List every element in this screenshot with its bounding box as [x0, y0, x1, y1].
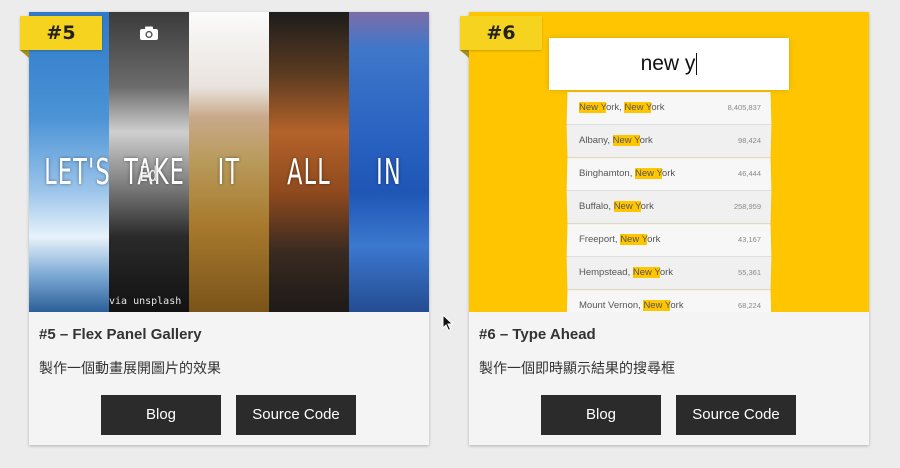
suggestion-item[interactable]: Freeport, New York 43,167 — [566, 224, 772, 258]
name-text: Hempstead, — [578, 266, 633, 278]
match-highlight: New Y — [643, 300, 671, 311]
match-highlight: New Y — [613, 200, 641, 212]
search-input[interactable]: new y — [549, 38, 789, 90]
project-number-badge: #5 — [20, 16, 102, 50]
blog-button[interactable]: Blog — [101, 395, 221, 435]
project-card-5: #5 LET'S TAKE Ed IT ALL IN via unsplash … — [20, 12, 429, 445]
gallery-panel-3[interactable]: IT — [189, 12, 269, 312]
population-count: 43,167 — [737, 235, 762, 244]
name-text: Binghamton, — [578, 168, 636, 179]
suggestion-item[interactable]: Hempstead, New York 55,361 — [566, 256, 772, 290]
suggestion-item[interactable]: Mount Vernon, New York 68,224 — [566, 290, 772, 312]
name-text: ork — [659, 266, 674, 278]
suggestion-item[interactable]: Buffalo, New York 258,959 — [566, 190, 772, 224]
suggestion-name: Binghamton, New York — [579, 158, 676, 190]
match-highlight: New Y — [620, 234, 648, 245]
name-text: Freeport, — [578, 234, 621, 245]
population-count: 8,405,837 — [727, 103, 762, 112]
gallery-panel-1[interactable]: LET'S — [29, 12, 109, 312]
source-code-button[interactable]: Source Code — [236, 395, 356, 435]
search-input-value: new y — [640, 52, 696, 75]
project-card-6: #6 new y New York, New York 8,405,837 Alba… — [460, 12, 869, 445]
name-text: Buffalo, — [578, 200, 614, 212]
badge-fold — [460, 50, 469, 58]
population-count: 98,424 — [737, 135, 762, 145]
suggestion-name: Albany, New York — [579, 125, 653, 157]
suggestion-name: Freeport, New York — [579, 224, 661, 256]
panel-word: IN — [376, 152, 402, 193]
match-highlight: New Y — [634, 168, 662, 179]
name-text: ork — [647, 234, 661, 245]
camera-icon — [140, 26, 158, 40]
name-text: Albany, — [578, 134, 613, 146]
gallery-panel-2[interactable]: TAKE Ed — [109, 12, 189, 312]
population-count: 46,444 — [737, 169, 762, 178]
source-code-button[interactable]: Source Code — [676, 395, 796, 435]
badge-fold — [20, 50, 29, 58]
photo-credit: via unsplash — [109, 296, 182, 307]
panel-word: ALL — [287, 152, 331, 193]
card-title: #6 – Type Ahead — [479, 326, 596, 343]
panel-overlay-word: Ed — [139, 162, 159, 186]
project-number-badge: #6 — [460, 16, 542, 50]
population-count: 68,224 — [737, 301, 762, 310]
suggestion-item[interactable]: Binghamton, New York 46,444 — [566, 158, 772, 192]
card-description: 製作一個動畫展開圖片的效果 — [39, 361, 221, 377]
card-title: #5 – Flex Panel Gallery — [39, 326, 202, 343]
name-text: ork, — [605, 102, 625, 113]
name-text: ork — [639, 134, 653, 146]
type-ahead-preview[interactable]: new y New York, New York 8,405,837 Albany,… — [469, 12, 869, 312]
match-highlight: New Y — [624, 102, 652, 113]
blog-button[interactable]: Blog — [541, 395, 661, 435]
flex-panel-preview[interactable]: LET'S TAKE Ed IT ALL IN via unsplash — [29, 12, 429, 312]
match-highlight: New Y — [632, 266, 660, 278]
gallery-panel-4[interactable]: ALL — [269, 12, 349, 312]
suggestion-name: New York, New York — [578, 92, 665, 124]
panel-word: LET'S — [44, 152, 109, 193]
suggestion-list: New York, New York 8,405,837 Albany, New Y… — [566, 92, 772, 312]
card-description: 製作一個即時顯示結果的搜尋框 — [479, 361, 675, 377]
panel-word: IT — [217, 152, 241, 193]
suggestion-name: Hempstead, New York — [578, 257, 674, 289]
suggestion-name: Buffalo, New York — [579, 191, 654, 223]
match-highlight: New Y — [612, 134, 640, 146]
name-text: ork — [640, 200, 654, 212]
suggestion-item[interactable]: New York, New York 8,405,837 — [566, 92, 772, 126]
population-count: 258,959 — [733, 201, 762, 211]
name-text: ork — [670, 300, 684, 311]
gallery-panel-5[interactable]: IN — [349, 12, 429, 312]
match-highlight: New Y — [578, 102, 607, 113]
name-text: ork — [651, 102, 665, 113]
name-text: Mount Vernon, — [578, 300, 644, 311]
suggestion-item[interactable]: Albany, New York 98,424 — [566, 124, 772, 158]
name-text: ork — [661, 168, 676, 179]
text-caret — [696, 53, 698, 75]
suggestion-name: Mount Vernon, New York — [579, 290, 684, 312]
mouse-pointer-icon — [442, 314, 454, 332]
population-count: 55,361 — [737, 267, 762, 277]
